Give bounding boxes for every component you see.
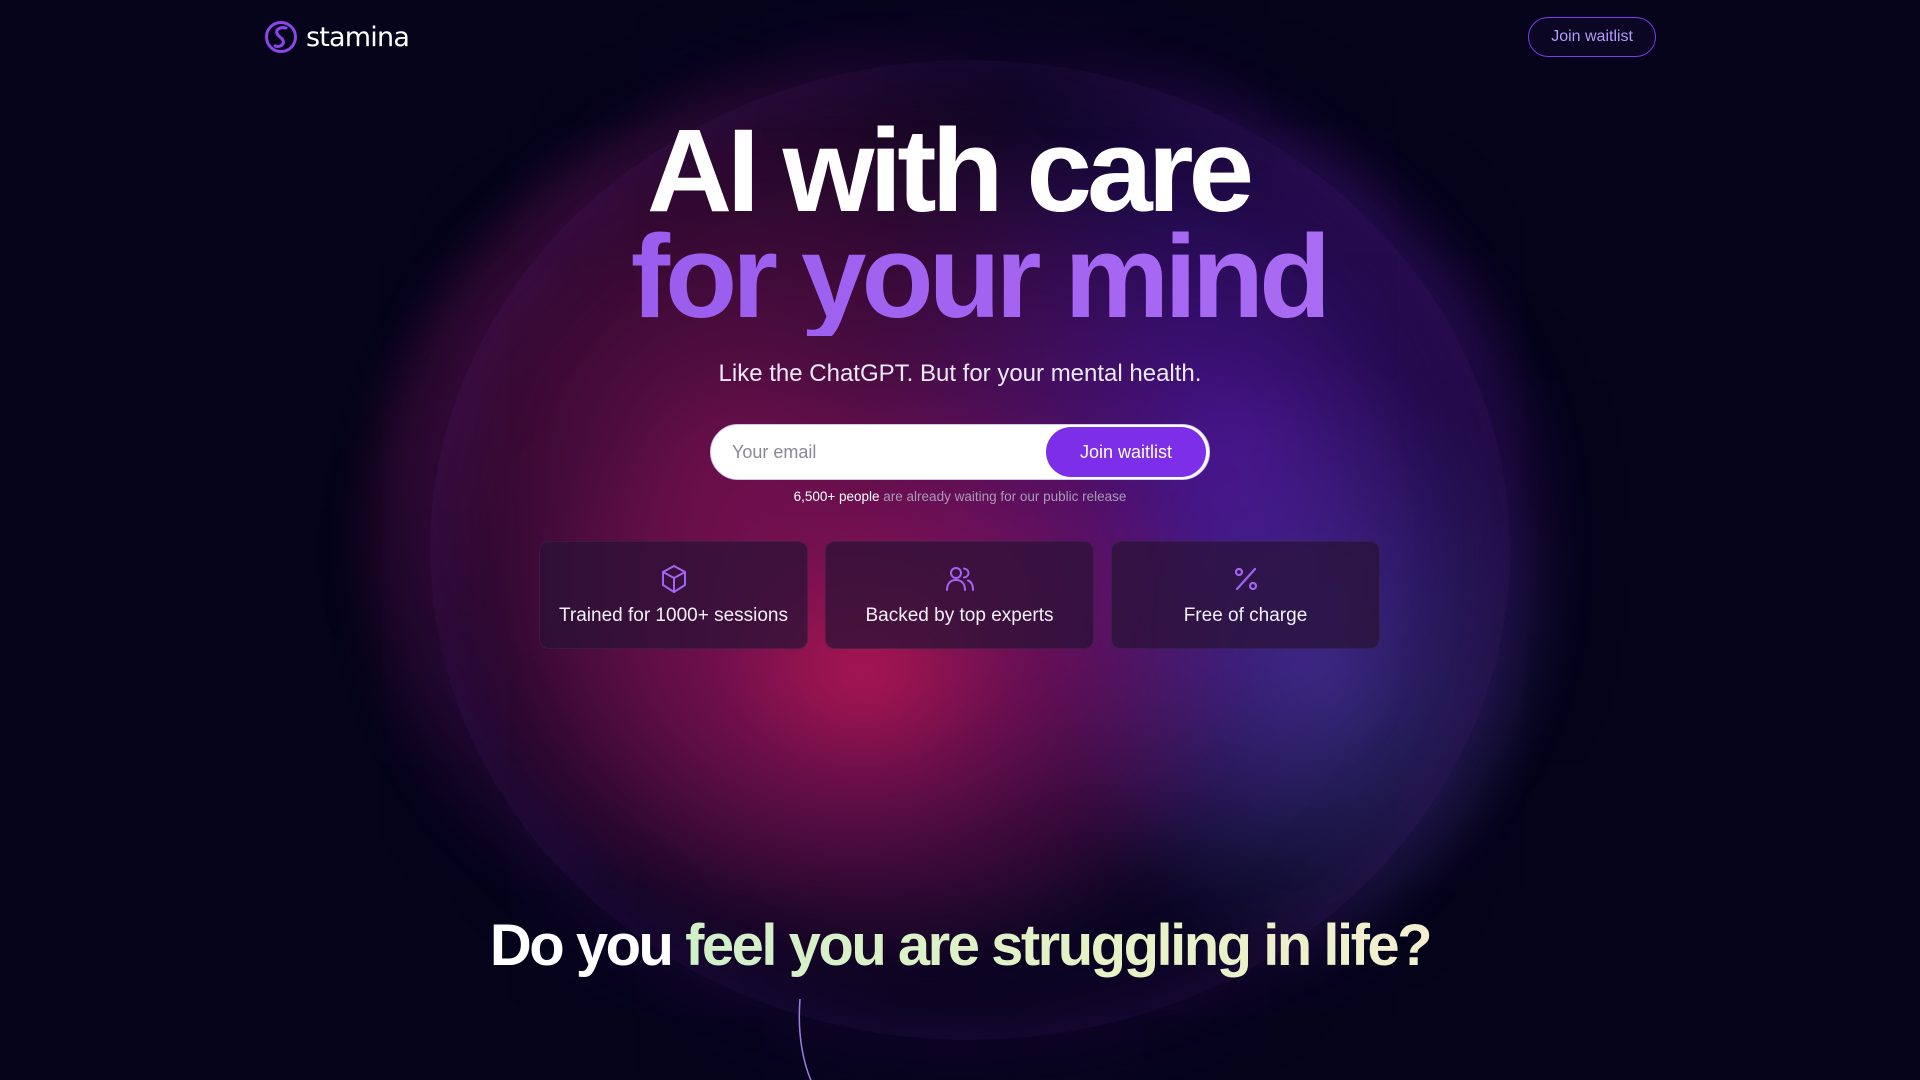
brand-logo[interactable]: stamina [264,20,410,54]
email-input[interactable] [714,428,1046,476]
stamina-logo-icon [265,21,297,53]
percent-icon [1234,567,1257,591]
question-plain: Do you [489,913,686,978]
feature-cards: Trained for 1000+ sessions Backed by top… [539,541,1381,649]
social-proof-count: 6,500+ people [793,489,880,504]
feature-label: Free of charge [1183,605,1308,626]
feature-label: Backed by top experts [865,605,1054,626]
section-question: Do you feel you are struggling in life? [0,912,1920,979]
question-highlight: feel you are struggling in life? [685,913,1433,978]
social-proof: 6,500+ people are already waiting for ou… [0,489,1920,504]
waitlist-form: Join waitlist [710,424,1210,480]
decorative-curve [798,998,812,1080]
header-join-waitlist-button[interactable]: Join waitlist [1528,17,1656,57]
feature-card-free: Free of charge [1111,541,1380,649]
join-waitlist-button[interactable]: Join waitlist [1046,427,1206,477]
brand-name: stamina [306,21,410,53]
feature-card-experts: Backed by top experts [825,541,1094,649]
feature-card-sessions: Trained for 1000+ sessions [539,541,808,649]
users-icon [945,567,974,591]
subheadline: Like the ChatGPT. But for your mental he… [718,360,1202,387]
site-header: stamina Join waitlist [264,16,1656,58]
social-proof-text: are already waiting for our public relea… [879,489,1127,504]
landing-page: stamina Join waitlist AI with care for y… [0,0,1920,1080]
headline-line-2: for your mind [0,218,1920,336]
feature-label: Trained for 1000+ sessions [558,605,788,626]
cube-icon [661,565,686,593]
